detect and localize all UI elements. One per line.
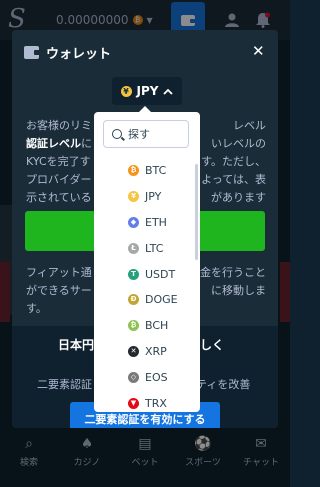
desc-text: レベル <box>233 119 266 132</box>
desc-text: KYCを完了す <box>26 155 91 168</box>
desc-text: 二要素認証 <box>37 378 92 391</box>
currency-option-label: JPY <box>145 190 162 204</box>
currency-option-usdt[interactable]: T USDT <box>94 261 194 287</box>
dropdown-scrollbar[interactable] <box>195 164 198 260</box>
eos-icon: ◇ <box>128 371 139 383</box>
currency-option-trx[interactable]: ▼ TRX <box>94 390 194 412</box>
btc-icon: ₿ <box>128 165 139 177</box>
desc-text: お客様のリミ <box>26 119 92 132</box>
currency-option-xrp[interactable]: ✕ XRP <box>94 339 194 365</box>
desc-text: 金を行うこと <box>200 266 266 279</box>
currency-option-label: USDT <box>145 267 176 281</box>
currency-dropdown: ₿ BTC ¥ JPY ◆ ETH Ł LTC T USDT Ð DOGE ₿ BCH ✕ XRP ◇ EOS ▼ T… <box>94 112 200 412</box>
wallet-icon <box>24 46 40 59</box>
desc-text: ティを改善 <box>196 378 251 391</box>
doge-icon: Ð <box>128 294 139 306</box>
chevron-up-icon <box>163 88 174 95</box>
bch-icon: ₿ <box>128 320 139 332</box>
desc-text: よっては、表 <box>201 173 266 186</box>
currency-option-label: XRP <box>145 344 167 358</box>
modal-header: ウォレット <box>24 43 111 62</box>
currency-search-input[interactable] <box>128 127 178 141</box>
currency-option-label: EOS <box>145 370 168 384</box>
currency-option-label: ETH <box>145 215 167 229</box>
currency-option-label: BTC <box>145 164 167 178</box>
desc-text: があります <box>211 191 266 204</box>
usdt-icon: T <box>128 268 139 280</box>
verification-level-text: 認証レベル <box>26 137 81 150</box>
desc-text: いレベルの <box>211 137 266 150</box>
currency-option-doge[interactable]: Ð DOGE <box>94 287 194 313</box>
currency-search[interactable] <box>103 120 189 148</box>
currency-option-label: DOGE <box>145 293 178 307</box>
modal-title: ウォレット <box>46 47 112 62</box>
jpy-icon: ¥ <box>128 191 139 203</box>
trx-icon: ▼ <box>128 397 139 409</box>
close-icon[interactable]: ✕ <box>252 42 265 60</box>
desc-text: ができるサー <box>26 284 92 297</box>
currency-select[interactable]: ¥ JPY <box>112 77 182 105</box>
currency-selected-label: JPY <box>136 84 159 98</box>
desc-text: す。 <box>26 302 47 315</box>
currency-option-label: LTC <box>145 241 164 255</box>
desc-text: フィアット通 <box>26 266 92 279</box>
currency-option-bch[interactable]: ₿ BCH <box>94 313 194 339</box>
ltc-icon: Ł <box>128 242 139 254</box>
jpy-icon: ¥ <box>120 85 132 97</box>
currency-option-eos[interactable]: ◇ EOS <box>94 364 194 390</box>
currency-option-jpy[interactable]: ¥ JPY <box>94 184 194 210</box>
desc-text: 示されている <box>26 191 92 204</box>
xrp-icon: ✕ <box>128 345 139 357</box>
currency-option-btc[interactable]: ₿ BTC <box>94 158 194 184</box>
desc-text: に <box>81 137 92 150</box>
currency-option-label: BCH <box>145 319 169 333</box>
info-text: 日本円 <box>58 338 95 352</box>
currency-option-ltc[interactable]: Ł LTC <box>94 235 194 261</box>
search-icon <box>112 129 122 139</box>
desc-text: す。ただし、 <box>201 155 266 168</box>
eth-icon: ◆ <box>128 216 139 228</box>
desc-text: に移動しま <box>211 284 266 297</box>
currency-list: ₿ BTC ¥ JPY ◆ ETH Ł LTC T USDT Ð DOGE ₿ BCH ✕ XRP ◇ EOS ▼ T… <box>94 158 194 412</box>
currency-option-label: TRX <box>145 396 167 410</box>
currency-option-eth[interactable]: ◆ ETH <box>94 210 194 236</box>
desc-text: プロバイダー <box>26 173 92 186</box>
